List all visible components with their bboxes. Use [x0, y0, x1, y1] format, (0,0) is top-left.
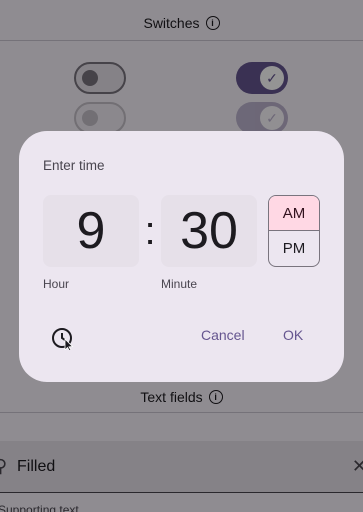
clock-icon-graphic	[52, 328, 74, 350]
clock-icon[interactable]	[49, 325, 75, 351]
minute-input[interactable]: 30	[161, 195, 257, 267]
cancel-button[interactable]: Cancel	[201, 327, 245, 343]
dialog-title: Enter time	[43, 158, 105, 173]
minute-label: Minute	[161, 277, 198, 291]
pm-button[interactable]: PM	[269, 231, 319, 266]
ok-button[interactable]: OK	[283, 327, 303, 343]
am-button[interactable]: AM	[269, 196, 319, 231]
time-separator: :	[144, 208, 156, 253]
hour-input[interactable]: 9	[43, 195, 139, 267]
hour-label: Hour	[43, 277, 70, 291]
period-selector: AM PM	[268, 195, 320, 267]
time-picker-dialog: Enter time 9 : 30 AM PM Hour Minute Canc…	[19, 131, 344, 382]
